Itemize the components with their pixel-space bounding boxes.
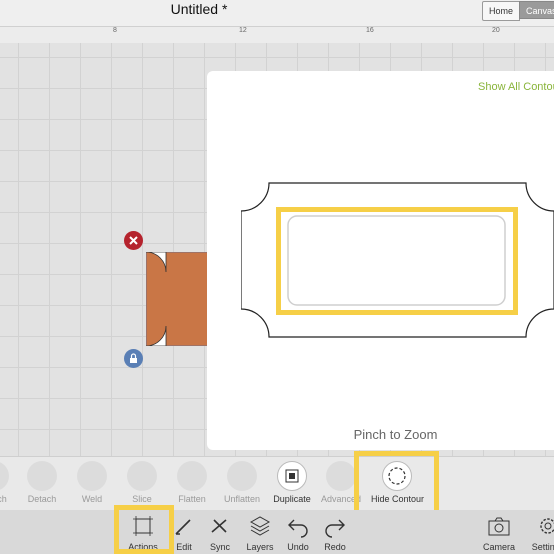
camera-icon	[488, 517, 510, 536]
slice-button[interactable]: Slice	[117, 457, 167, 504]
ruler-tick-label: 12	[239, 27, 247, 34]
undo-icon	[288, 519, 308, 538]
edit-icon	[175, 519, 191, 535]
layers-button[interactable]: Layers	[243, 514, 277, 552]
ruler-tick-label: 16	[366, 27, 374, 34]
weld-button[interactable]: Weld	[67, 457, 117, 504]
duplicate-label: Duplicate	[273, 494, 311, 504]
edit-button[interactable]: Edit	[170, 514, 198, 552]
unflatten-button[interactable]: Unflatten	[217, 457, 267, 504]
duplicate-icon	[277, 461, 307, 491]
layers-icon	[249, 516, 271, 536]
highlight-inner-contour	[276, 207, 518, 315]
unflatten-icon	[227, 461, 257, 491]
detach-icon	[27, 461, 57, 491]
attach-icon	[0, 461, 9, 491]
settings-label: Settings	[531, 542, 554, 552]
action-bar: Attach Detach Weld Slice Flatten Unflatt…	[0, 456, 554, 511]
camera-label: Camera	[482, 542, 515, 552]
unflatten-label: Unflatten	[223, 494, 261, 504]
tab-canvas[interactable]: Canvas	[519, 1, 554, 19]
bottom-toolbar: Actions Edit Sync Layers Undo Redo Camer…	[0, 510, 554, 554]
flatten-button[interactable]: Flatten	[167, 457, 217, 504]
redo-button[interactable]: Redo	[321, 514, 349, 552]
sync-button[interactable]: Sync	[205, 514, 235, 552]
detach-button[interactable]: Detach	[17, 457, 67, 504]
sync-label: Sync	[209, 542, 230, 552]
show-all-contour-link[interactable]: Show All Contour	[478, 81, 554, 93]
camera-button[interactable]: Camera	[482, 514, 516, 552]
flatten-icon	[177, 461, 207, 491]
slice-icon	[127, 461, 157, 491]
edit-label: Edit	[176, 542, 192, 552]
pinch-hint: Pinch to Zoom	[353, 427, 438, 442]
weld-label: Weld	[81, 494, 103, 504]
highlight-actions	[114, 505, 174, 554]
top-bar: Untitled * Home Canvas	[0, 0, 554, 26]
duplicate-button[interactable]: Duplicate	[267, 457, 317, 504]
ticket-shape[interactable]	[145, 251, 209, 347]
document-title: Untitled *	[170, 1, 228, 17]
ruler-tick-label: 20	[492, 27, 500, 34]
settings-button[interactable]: Settings	[528, 514, 554, 552]
slice-label: Slice	[132, 494, 152, 504]
redo-icon	[325, 519, 345, 538]
sync-icon	[211, 519, 227, 533]
undo-label: Undo	[287, 542, 309, 552]
lock-handle-icon[interactable]	[124, 349, 143, 368]
settings-icon	[540, 518, 554, 534]
layers-label: Layers	[246, 542, 274, 552]
tab-home[interactable]: Home	[482, 1, 520, 21]
highlight-hide-contour	[354, 451, 439, 517]
detach-label: Detach	[27, 494, 57, 504]
ruler: 8 12 16 20	[0, 26, 554, 44]
flatten-label: Flatten	[178, 494, 206, 504]
advanced-icon	[326, 461, 356, 491]
delete-handle-icon[interactable]	[124, 231, 143, 250]
redo-label: Redo	[324, 542, 346, 552]
ruler-tick-label: 8	[113, 27, 117, 34]
weld-icon	[77, 461, 107, 491]
undo-button[interactable]: Undo	[284, 514, 312, 552]
